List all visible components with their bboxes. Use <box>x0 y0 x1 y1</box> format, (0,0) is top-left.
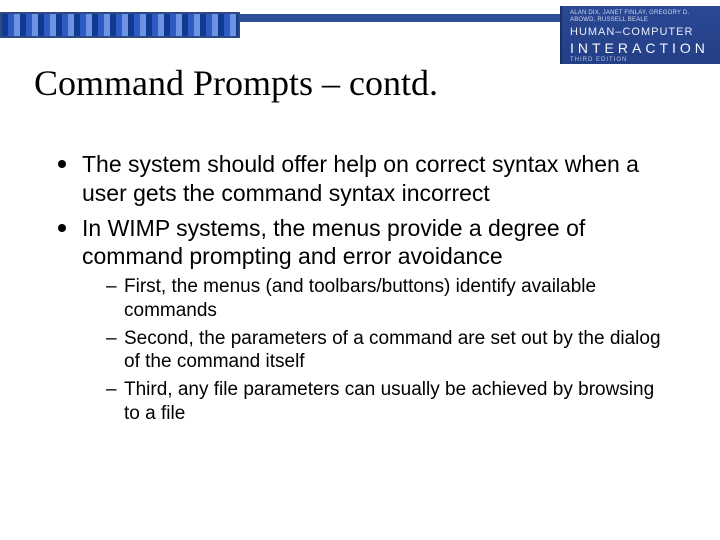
bullet-item: The system should offer help on correct … <box>54 150 666 208</box>
sub-bullet-item: Third, any file parameters can usually b… <box>106 378 666 426</box>
banner-bar <box>240 14 560 22</box>
slide-title: Command Prompts – contd. <box>34 62 438 104</box>
sub-bullet-text: Third, any file parameters can usually b… <box>124 379 654 424</box>
book-title-line2: INTERACTION <box>570 40 712 57</box>
book-title-line1: HUMAN–COMPUTER <box>570 26 712 39</box>
bullet-list: The system should offer help on correct … <box>54 150 666 426</box>
bullet-text: The system should offer help on correct … <box>82 151 639 206</box>
slide-content: The system should offer help on correct … <box>54 150 666 432</box>
sub-bullet-list: First, the menus (and toolbars/buttons) … <box>82 275 666 426</box>
sub-bullet-text: First, the menus (and toolbars/buttons) … <box>124 276 596 321</box>
banner-pattern <box>0 12 240 38</box>
sub-bullet-item: First, the menus (and toolbars/buttons) … <box>106 275 666 323</box>
sub-bullet-text: Second, the parameters of a command are … <box>124 328 661 373</box>
bullet-item: In WIMP systems, the menus provide a deg… <box>54 214 666 426</box>
banner: ALAN DIX, JANET FINLAY, GREGORY D. ABOWD… <box>0 6 720 52</box>
book-authors: ALAN DIX, JANET FINLAY, GREGORY D. ABOWD… <box>570 10 712 24</box>
book-badge: ALAN DIX, JANET FINLAY, GREGORY D. ABOWD… <box>560 6 720 64</box>
sub-bullet-item: Second, the parameters of a command are … <box>106 327 666 375</box>
book-edition: THIRD EDITION <box>570 57 712 64</box>
slide: ALAN DIX, JANET FINLAY, GREGORY D. ABOWD… <box>0 0 720 540</box>
bullet-text: In WIMP systems, the menus provide a deg… <box>82 215 585 270</box>
